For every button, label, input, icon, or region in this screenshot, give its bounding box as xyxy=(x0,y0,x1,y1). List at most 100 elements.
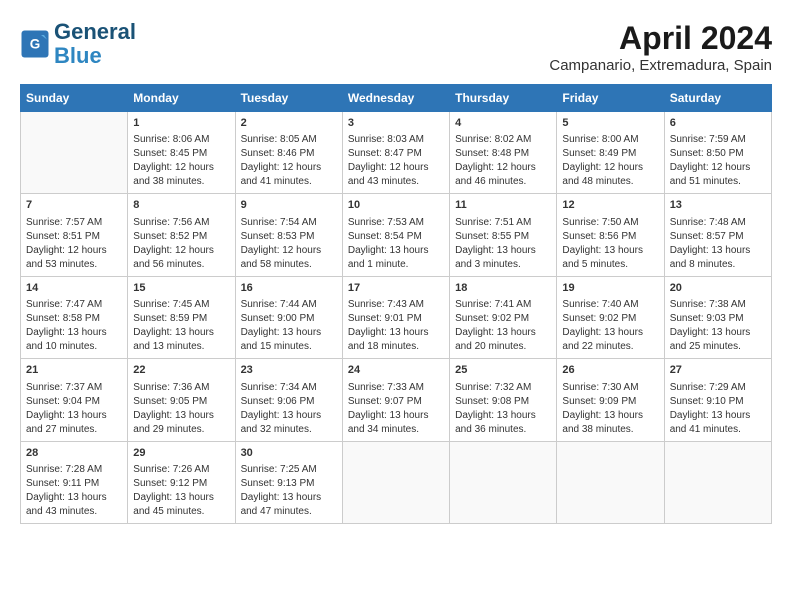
day-info: and 34 minutes. xyxy=(348,423,444,437)
day-info: and 46 minutes. xyxy=(455,175,551,189)
day-number: 11 xyxy=(455,198,551,213)
calendar-week-row: 14Sunrise: 7:47 AMSunset: 8:58 PMDayligh… xyxy=(21,276,772,358)
day-info: Daylight: 13 hours xyxy=(455,409,551,423)
day-info: Daylight: 13 hours xyxy=(455,326,551,340)
day-info: Sunset: 9:03 PM xyxy=(670,312,766,326)
calendar-cell: 23Sunrise: 7:34 AMSunset: 9:06 PMDayligh… xyxy=(235,359,342,441)
day-info: Daylight: 13 hours xyxy=(133,491,229,505)
logo-text: General Blue xyxy=(54,20,136,68)
day-info: and 27 minutes. xyxy=(26,423,122,437)
day-info: Sunrise: 7:43 AM xyxy=(348,298,444,312)
day-info: Daylight: 13 hours xyxy=(670,326,766,340)
calendar-cell: 20Sunrise: 7:38 AMSunset: 9:03 PMDayligh… xyxy=(664,276,771,358)
day-number: 16 xyxy=(241,281,337,296)
day-info: Sunrise: 7:45 AM xyxy=(133,298,229,312)
day-info: and 3 minutes. xyxy=(455,258,551,272)
day-info: Daylight: 13 hours xyxy=(241,409,337,423)
calendar-week-row: 21Sunrise: 7:37 AMSunset: 9:04 PMDayligh… xyxy=(21,359,772,441)
day-number: 29 xyxy=(133,446,229,461)
day-info: Sunset: 9:08 PM xyxy=(455,395,551,409)
day-info: and 56 minutes. xyxy=(133,258,229,272)
calendar-cell: 14Sunrise: 7:47 AMSunset: 8:58 PMDayligh… xyxy=(21,276,128,358)
day-info: Daylight: 12 hours xyxy=(26,244,122,258)
calendar-cell: 7Sunrise: 7:57 AMSunset: 8:51 PMDaylight… xyxy=(21,194,128,276)
day-info: Sunrise: 8:06 AM xyxy=(133,133,229,147)
day-number: 7 xyxy=(26,198,122,213)
day-info: Sunrise: 8:00 AM xyxy=(562,133,658,147)
day-info: Sunset: 9:05 PM xyxy=(133,395,229,409)
day-info: and 58 minutes. xyxy=(241,258,337,272)
weekday-header: Tuesday xyxy=(235,85,342,112)
day-info: Sunset: 9:01 PM xyxy=(348,312,444,326)
day-info: Sunrise: 7:36 AM xyxy=(133,381,229,395)
day-info: Sunset: 9:06 PM xyxy=(241,395,337,409)
day-info: and 32 minutes. xyxy=(241,423,337,437)
day-info: Sunset: 9:07 PM xyxy=(348,395,444,409)
weekday-header: Monday xyxy=(128,85,235,112)
calendar-cell: 6Sunrise: 7:59 AMSunset: 8:50 PMDaylight… xyxy=(664,112,771,194)
day-number: 27 xyxy=(670,363,766,378)
day-number: 2 xyxy=(241,116,337,131)
day-info: and 36 minutes. xyxy=(455,423,551,437)
day-info: Sunrise: 7:48 AM xyxy=(670,216,766,230)
day-number: 10 xyxy=(348,198,444,213)
day-number: 28 xyxy=(26,446,122,461)
calendar-cell xyxy=(21,112,128,194)
day-info: Daylight: 13 hours xyxy=(133,409,229,423)
day-info: Daylight: 12 hours xyxy=(133,244,229,258)
day-info: Sunset: 9:09 PM xyxy=(562,395,658,409)
day-info: Sunset: 9:02 PM xyxy=(455,312,551,326)
day-info: and 51 minutes. xyxy=(670,175,766,189)
calendar-cell: 1Sunrise: 8:06 AMSunset: 8:45 PMDaylight… xyxy=(128,112,235,194)
calendar-cell: 27Sunrise: 7:29 AMSunset: 9:10 PMDayligh… xyxy=(664,359,771,441)
day-info: Sunrise: 7:47 AM xyxy=(26,298,122,312)
day-info: Sunset: 8:48 PM xyxy=(455,147,551,161)
day-info: Daylight: 13 hours xyxy=(562,409,658,423)
calendar-cell: 12Sunrise: 7:50 AMSunset: 8:56 PMDayligh… xyxy=(557,194,664,276)
day-info: Daylight: 13 hours xyxy=(26,491,122,505)
day-info: Sunset: 8:56 PM xyxy=(562,230,658,244)
day-info: Sunset: 9:12 PM xyxy=(133,477,229,491)
day-info: and 25 minutes. xyxy=(670,340,766,354)
calendar-cell xyxy=(557,441,664,523)
calendar-cell xyxy=(664,441,771,523)
svg-text:G: G xyxy=(30,37,41,52)
day-info: Sunset: 8:58 PM xyxy=(26,312,122,326)
day-info: Daylight: 12 hours xyxy=(241,161,337,175)
weekday-header: Saturday xyxy=(664,85,771,112)
day-number: 5 xyxy=(562,116,658,131)
day-info: Sunrise: 7:26 AM xyxy=(133,463,229,477)
weekday-header: Thursday xyxy=(450,85,557,112)
calendar-cell: 2Sunrise: 8:05 AMSunset: 8:46 PMDaylight… xyxy=(235,112,342,194)
day-number: 3 xyxy=(348,116,444,131)
day-number: 19 xyxy=(562,281,658,296)
day-info: Sunrise: 7:38 AM xyxy=(670,298,766,312)
title-area: April 2024 Campanario, Extremadura, Spai… xyxy=(549,20,772,74)
day-info: Daylight: 13 hours xyxy=(348,244,444,258)
calendar-cell: 3Sunrise: 8:03 AMSunset: 8:47 PMDaylight… xyxy=(342,112,449,194)
calendar-cell: 22Sunrise: 7:36 AMSunset: 9:05 PMDayligh… xyxy=(128,359,235,441)
day-info: Sunrise: 7:28 AM xyxy=(26,463,122,477)
day-number: 17 xyxy=(348,281,444,296)
calendar-cell: 9Sunrise: 7:54 AMSunset: 8:53 PMDaylight… xyxy=(235,194,342,276)
location-title: Campanario, Extremadura, Spain xyxy=(549,57,772,74)
calendar-week-row: 28Sunrise: 7:28 AMSunset: 9:11 PMDayligh… xyxy=(21,441,772,523)
day-info: Sunrise: 7:44 AM xyxy=(241,298,337,312)
calendar-cell: 30Sunrise: 7:25 AMSunset: 9:13 PMDayligh… xyxy=(235,441,342,523)
calendar-cell: 13Sunrise: 7:48 AMSunset: 8:57 PMDayligh… xyxy=(664,194,771,276)
day-info: Sunset: 8:45 PM xyxy=(133,147,229,161)
calendar-cell: 29 Sunrise: 7:26 AMSunset: 9:12 PMDayligh… xyxy=(128,441,235,523)
day-info: Sunrise: 7:32 AM xyxy=(455,381,551,395)
calendar-cell: 15Sunrise: 7:45 AMSunset: 8:59 PMDayligh… xyxy=(128,276,235,358)
day-info: Sunset: 9:02 PM xyxy=(562,312,658,326)
day-info: and 48 minutes. xyxy=(562,175,658,189)
day-number: 23 xyxy=(241,363,337,378)
day-info: Sunset: 8:59 PM xyxy=(133,312,229,326)
page-header: G General Blue April 2024 Campanario, Ex… xyxy=(20,20,772,74)
day-info: Sunset: 9:13 PM xyxy=(241,477,337,491)
day-info: and 38 minutes. xyxy=(133,175,229,189)
day-info: and 5 minutes. xyxy=(562,258,658,272)
day-info: and 20 minutes. xyxy=(455,340,551,354)
day-info: and 1 minute. xyxy=(348,258,444,272)
calendar-cell xyxy=(342,441,449,523)
